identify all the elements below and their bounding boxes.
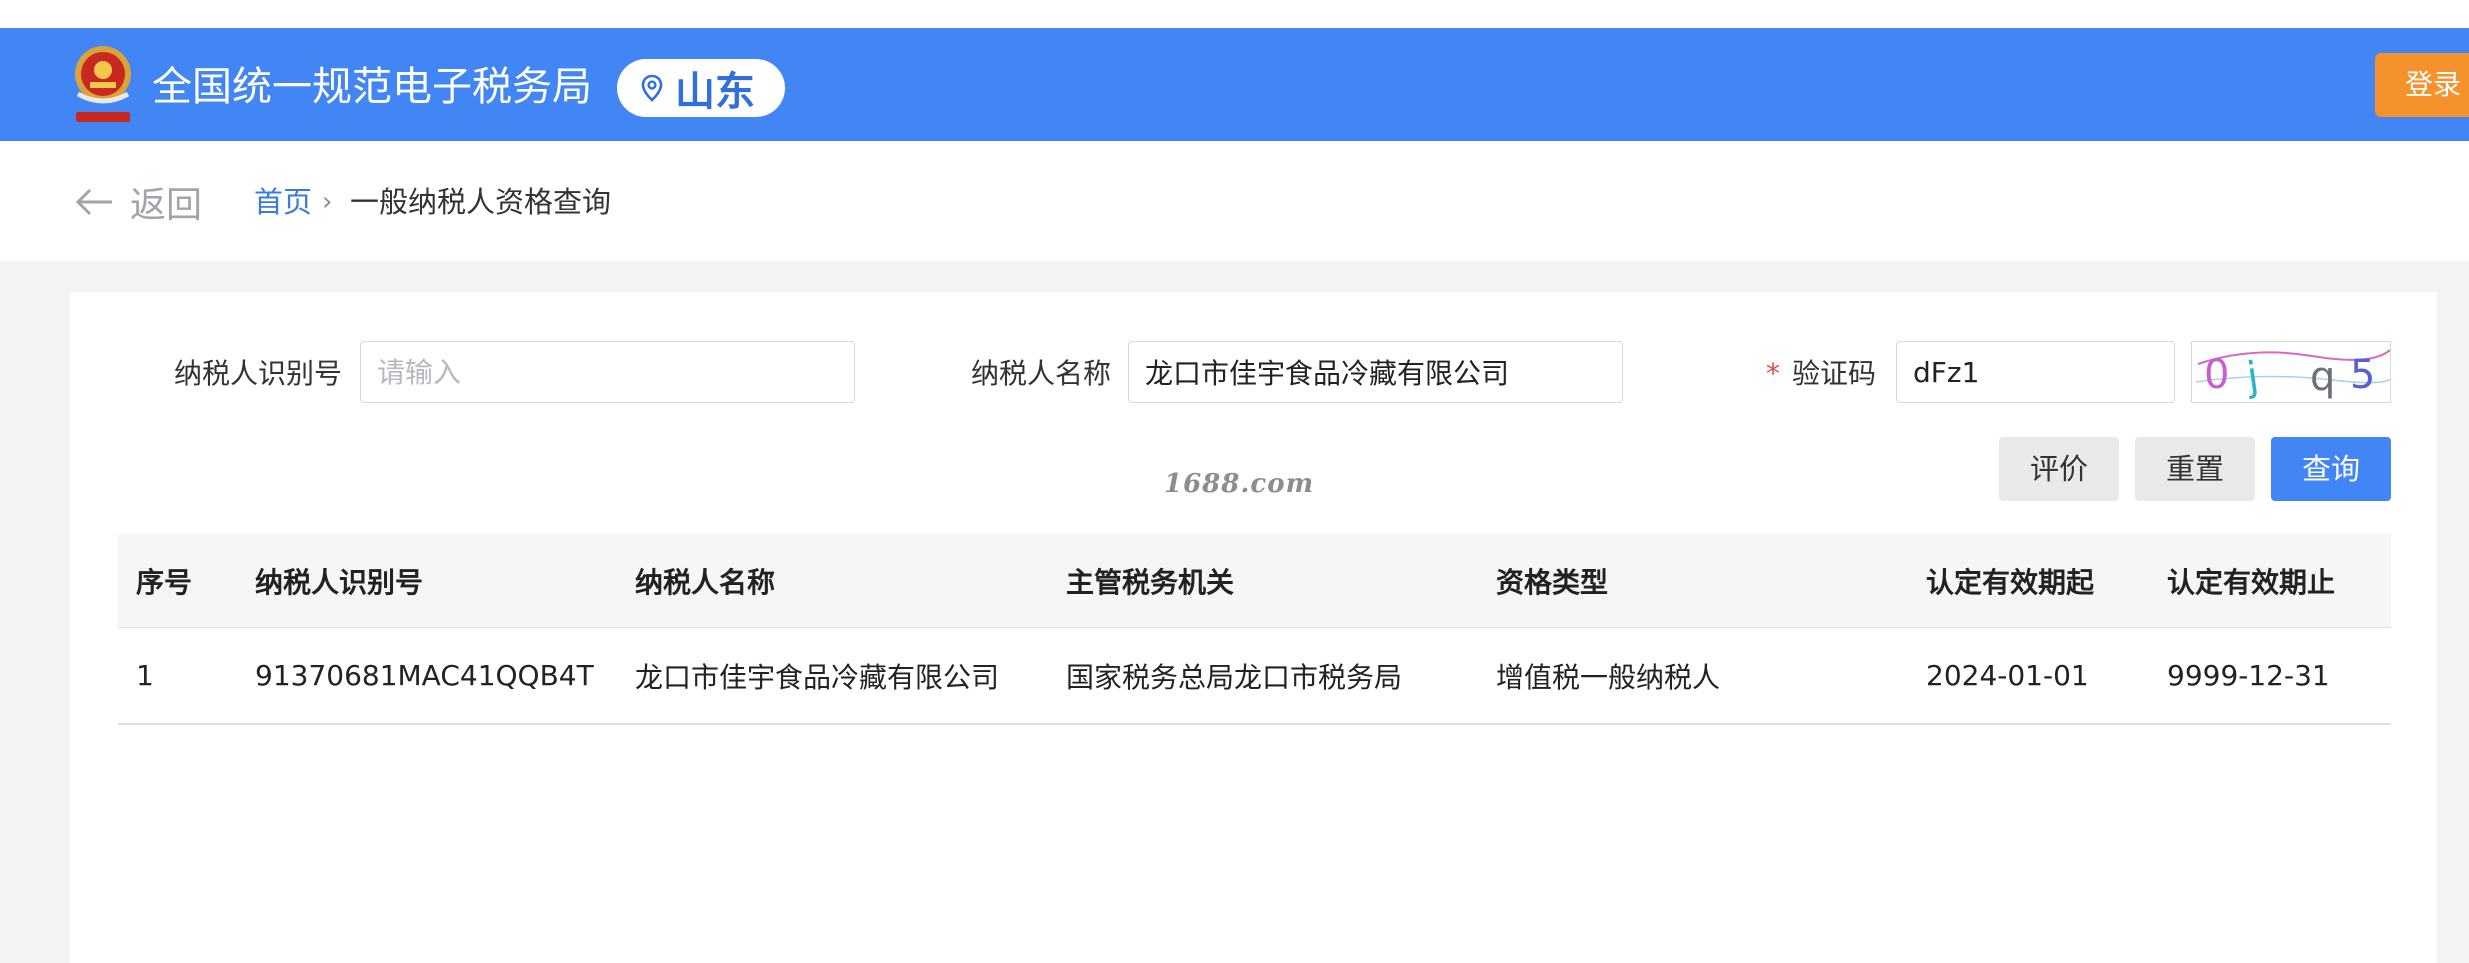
cell-taxpayer-id: 91370681MAC41QQB4T [255,659,594,692]
tax-emblem-logo [68,42,138,126]
column-header-index: 序号 [136,565,193,599]
cell-tax-authority: 国家税务总局龙口市税务局 [1066,660,1403,694]
svg-text:q: q [2310,354,2335,400]
browser-top-strip [0,0,2469,28]
taxpayer-name-label: 纳税人名称 [971,357,1112,390]
cell-valid-to: 9999-12-31 [2167,659,2330,692]
column-header-tax-authority: 主管税务机关 [1066,565,1235,599]
cell-qualification-type: 增值税一般纳税人 [1496,660,1721,694]
login-button[interactable]: 登录 [2375,53,2469,117]
reset-button[interactable]: 重置 [2135,437,2255,501]
captcha-label: * 验证码 [1766,352,1876,396]
table-header: 序号 纳税人识别号 纳税人名称 主管税务机关 资格类型 认定有效期起 认定有效期… [118,534,2391,628]
back-label: 返回 [130,185,203,226]
breadcrumb-home-link[interactable]: 首页 [254,180,312,224]
cell-taxpayer-name: 龙口市佳宇食品冷藏有限公司 [635,660,1000,694]
column-header-valid-to: 认定有效期止 [2167,565,2336,599]
breadcrumb-separator: › [322,187,333,217]
taxpayer-name-input[interactable] [1128,341,1623,403]
location-pin-icon [641,74,663,102]
query-button[interactable]: 查询 [2271,437,2391,501]
taxpayer-id-label: 纳税人识别号 [174,357,343,390]
column-header-qualification-type: 资格类型 [1496,565,1609,599]
watermark-text: 1688.com [1164,469,1315,499]
captcha-input[interactable] [1896,341,2175,403]
captcha-picture: 0 j q 5 [2195,349,2390,401]
column-header-taxpayer-id: 纳税人识别号 [255,565,424,599]
captcha-image[interactable]: 0 j q 5 [2191,341,2391,403]
region-name: 山东 [675,69,755,115]
cell-valid-from: 2024-01-01 [1926,659,2089,692]
site-title: 全国统一规范电子税务局 [152,64,592,110]
column-header-taxpayer-name: 纳税人名称 [635,565,776,599]
arrow-left-icon [75,188,112,216]
region-selector[interactable]: 山东 [617,59,785,117]
column-header-valid-from: 认定有效期起 [1926,565,2095,599]
back-button[interactable]: 返回 [74,176,202,228]
rate-button[interactable]: 评价 [1999,437,2119,501]
taxpayer-id-input[interactable] [360,341,855,403]
table-row: 1 91370681MAC41QQB4T 龙口市佳宇食品冷藏有限公司 国家税务总… [118,628,2391,725]
breadcrumb-current-page: 一般纳税人资格查询 [350,185,612,219]
captcha-label-text: 验证码 [1792,357,1877,390]
cell-index: 1 [136,659,154,692]
svg-text:0: 0 [2204,352,2229,398]
svg-text:5: 5 [2350,352,2375,398]
required-mark: * [1766,357,1780,390]
